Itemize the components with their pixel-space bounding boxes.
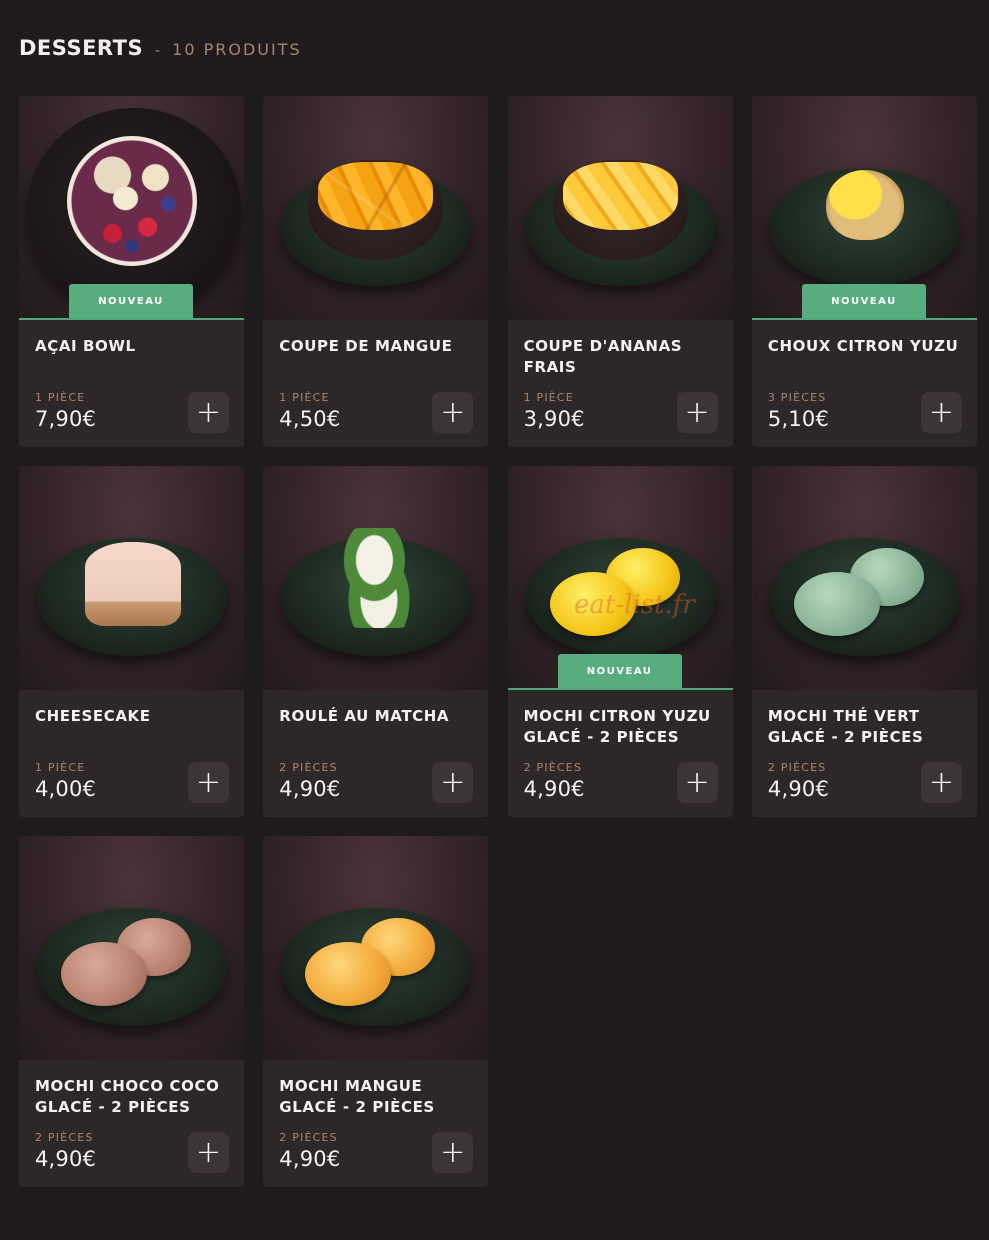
product-card[interactable]: COUPE D'ANANAS FRAIS 1 PIÈCE 3,90€ +	[507, 96, 733, 447]
product-quantity: 1 PIÈCE	[523, 391, 574, 404]
product-card[interactable]: CHEESECAKE 1 PIÈCE 4,00€ +	[19, 466, 244, 817]
product-image-mochi-yellow: NOUVEAU	[507, 466, 733, 690]
product-quantity: 1 PIÈCE	[279, 391, 330, 404]
product-card[interactable]: NOUVEAU AÇAI BOWL 1 PIÈCE 7,90€ +	[19, 96, 244, 447]
product-card[interactable]: MOCHI CHOCO COCO GLACÉ - 2 PIÈCES 2 PIÈC…	[19, 836, 244, 1187]
choux-pastry	[825, 170, 904, 240]
acai-bowl-food	[67, 136, 197, 266]
header-separator: -	[155, 43, 161, 59]
product-name: AÇAI BOWL	[35, 337, 136, 355]
product-quantity: 2 PIÈCES	[35, 1131, 94, 1144]
section-title: DESSERTS	[19, 36, 144, 60]
add-to-cart-button[interactable]: +	[676, 762, 718, 803]
add-to-cart-button[interactable]: +	[432, 762, 474, 803]
product-card[interactable]: NOUVEAU CHOUX CITRON YUZU 3 PIÈCES 5,10€…	[751, 96, 977, 447]
product-card[interactable]: COUPE DE MANGUE 1 PIÈCE 4,50€ +	[263, 96, 489, 447]
add-to-cart-button[interactable]: +	[676, 392, 718, 433]
product-quantity: 1 PIÈCE	[35, 761, 86, 774]
pineapple-cubes	[562, 162, 678, 230]
mochi-ball	[61, 942, 147, 1006]
matcha-roll-food	[333, 528, 426, 628]
add-to-cart-button[interactable]: +	[920, 762, 962, 803]
product-quantity: 2 PIÈCES	[767, 761, 827, 774]
product-price: 4,90€	[767, 777, 830, 801]
product-image-pineapple-cup	[507, 96, 733, 320]
section-header: DESSERTS - 10 PRODUITS	[19, 36, 302, 60]
add-to-cart-button[interactable]: +	[188, 392, 229, 433]
product-card[interactable]: ROULÉ AU MATCHA 2 PIÈCES 4,90€ +	[263, 466, 489, 817]
product-card[interactable]: NOUVEAU MOCHI CITRON YUZU GLACÉ - 2 PIÈC…	[507, 466, 733, 817]
product-price: 4,00€	[35, 777, 97, 801]
product-image-mango-cup	[263, 96, 489, 320]
product-quantity: 2 PIÈCES	[279, 761, 338, 774]
add-to-cart-button[interactable]: +	[188, 762, 229, 803]
product-image-matcha-roll	[263, 466, 489, 690]
add-to-cart-button[interactable]: +	[432, 1132, 474, 1173]
product-name: COUPE DE MANGUE	[279, 337, 453, 355]
new-badge: NOUVEAU	[69, 284, 193, 318]
mochi-ball	[305, 942, 392, 1006]
product-image-mochi-choco	[19, 836, 244, 1060]
mango-cubes	[318, 162, 434, 230]
product-name: COUPE D'ANANAS FRAIS	[523, 337, 683, 376]
add-to-cart-button[interactable]: +	[920, 392, 962, 433]
product-count: 10 PRODUITS	[172, 40, 302, 59]
product-quantity: 2 PIÈCES	[279, 1131, 338, 1144]
product-image-mochi-mango	[263, 836, 489, 1060]
product-quantity: 1 PIÈCE	[35, 391, 86, 404]
new-badge: NOUVEAU	[801, 284, 926, 318]
add-to-cart-button[interactable]: +	[432, 392, 474, 433]
product-price: 4,90€	[523, 777, 585, 801]
product-name: CHOUX CITRON YUZU	[767, 337, 959, 355]
product-name: ROULÉ AU MATCHA	[279, 707, 450, 725]
product-image-cheesecake	[19, 466, 244, 690]
new-badge: NOUVEAU	[557, 654, 682, 688]
product-quantity: 3 PIÈCES	[767, 391, 827, 404]
product-name: MOCHI CITRON YUZU GLACÉ - 2 PIÈCES	[523, 707, 711, 746]
mochi-ball	[793, 572, 880, 636]
mochi-ball	[549, 572, 636, 636]
product-price: 4,90€	[279, 777, 341, 801]
product-image-choux: NOUVEAU	[751, 96, 977, 320]
cheesecake-slice	[85, 542, 181, 626]
product-card[interactable]: MOCHI THÉ VERT GLACÉ - 2 PIÈCES 2 PIÈCES…	[751, 466, 977, 817]
product-name: MOCHI CHOCO COCO GLACÉ - 2 PIÈCES	[35, 1077, 220, 1116]
product-card[interactable]: MOCHI MANGUE GLACÉ - 2 PIÈCES 2 PIÈCES 4…	[263, 836, 489, 1187]
add-to-cart-button[interactable]: +	[188, 1132, 229, 1173]
product-price: 4,90€	[35, 1147, 97, 1171]
product-name: MOCHI MANGUE GLACÉ - 2 PIÈCES	[279, 1077, 435, 1116]
product-name: CHEESECAKE	[35, 707, 151, 725]
product-price: 5,10€	[767, 407, 830, 431]
product-grid: NOUVEAU AÇAI BOWL 1 PIÈCE 7,90€ + COUPE …	[19, 96, 977, 1187]
product-price: 4,50€	[279, 407, 341, 431]
product-image-mochi-green	[751, 466, 977, 690]
product-price: 4,90€	[279, 1147, 341, 1171]
product-image-acai-bowl: NOUVEAU	[19, 96, 244, 320]
product-price: 3,90€	[523, 407, 585, 431]
product-name: MOCHI THÉ VERT GLACÉ - 2 PIÈCES	[767, 707, 924, 746]
product-quantity: 2 PIÈCES	[523, 761, 583, 774]
product-price: 7,90€	[35, 407, 97, 431]
